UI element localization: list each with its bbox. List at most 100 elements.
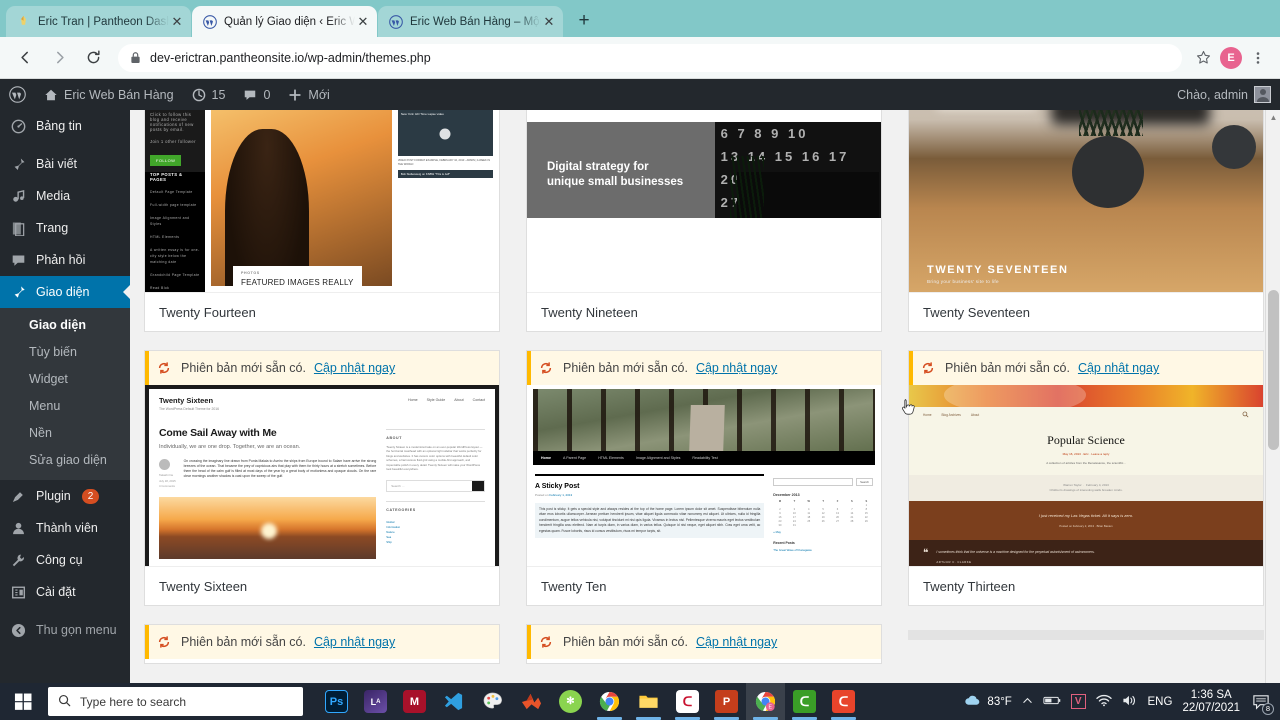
sidebar-item-posts[interactable]: Bài viết: [0, 148, 130, 180]
sidebar-item-dashboard[interactable]: Bảng tin: [0, 110, 130, 142]
matlab-icon[interactable]: [512, 683, 551, 720]
camtasia-green-icon[interactable]: ᑕ: [785, 683, 824, 720]
t10-search-button[interactable]: Search: [856, 478, 873, 486]
theme-screenshot[interactable]: Home A Parent Page HTML Elements Image A…: [527, 385, 881, 567]
camtasia-icon[interactable]: ᑕ: [668, 683, 707, 720]
account-menu[interactable]: Chào, admin: [1168, 79, 1280, 110]
app-green-icon[interactable]: ✻: [551, 683, 590, 720]
browser-tab-2[interactable]: Quản lý Giao diện ‹ Eric Web Bán ✕: [192, 6, 377, 37]
close-icon[interactable]: ✕: [355, 14, 371, 30]
sidebar-item-settings[interactable]: Cài đặt: [0, 576, 130, 608]
camtasia-red-icon[interactable]: ᑕ: [824, 683, 863, 720]
sidebar-item-comments[interactable]: Phản hồi: [0, 244, 130, 276]
chrome-eric-icon[interactable]: E: [746, 683, 785, 720]
theme-screenshot[interactable]: ARTWORK BOOKS MUSIC PHOTOS VIDEOS WORLD …: [145, 110, 499, 293]
sidebar-item-appearance[interactable]: Giao diện: [0, 276, 130, 308]
sidebar-item-plugins[interactable]: Plugin 2: [0, 480, 130, 512]
new-content-menu[interactable]: Mới: [279, 79, 338, 110]
theme-screenshot[interactable]: Home Blog Archives About Popular Science…: [909, 385, 1263, 567]
sidebar-item-media[interactable]: Media: [0, 180, 130, 212]
scrollbar-thumb[interactable]: [1268, 290, 1279, 450]
update-now-link[interactable]: Cập nhật ngay: [314, 634, 395, 650]
vscode-icon[interactable]: [434, 683, 473, 720]
theme-card-twenty-fourteen[interactable]: ARTWORK BOOKS MUSIC PHOTOS VIDEOS WORLD …: [144, 110, 500, 332]
t16-post-image: [159, 496, 377, 559]
file-explorer-icon[interactable]: [629, 683, 668, 720]
chevron-up-icon[interactable]: [1022, 695, 1033, 709]
browser-tab-3[interactable]: Eric Web Bán Hàng – Một trang ✕: [378, 6, 563, 37]
battery-icon[interactable]: [1043, 695, 1061, 709]
theme-card-twenty-ten[interactable]: Phiên bản mới sẵn có. Cập nhật ngay Home…: [526, 350, 882, 606]
wifi-icon[interactable]: [1095, 694, 1112, 710]
theme-card-twenty-nineteen[interactable]: Home About Blog Contact Welcome 6 7 8 9 …: [526, 110, 882, 332]
paint-icon[interactable]: [473, 683, 512, 720]
submenu-item-menus[interactable]: Menu: [0, 393, 130, 420]
submenu-item-themes[interactable]: Giao diện: [0, 312, 130, 339]
t10-search[interactable]: Search: [773, 478, 873, 486]
theme-card-twenty-seventeen[interactable]: TWENTY SEVENTEEN Bring your business' si…: [908, 110, 1264, 332]
search-icon[interactable]: [1242, 411, 1249, 419]
photoshop-icon[interactable]: Ps: [317, 683, 356, 720]
plus-icon: [288, 88, 302, 102]
t16-search[interactable]: Search …: [386, 480, 485, 493]
sidebar-item-pages[interactable]: Trang: [0, 212, 130, 244]
close-icon[interactable]: ✕: [169, 14, 185, 30]
t10-calendar-prev[interactable]: « May: [773, 530, 873, 534]
collapse-menu-button[interactable]: Thu gọn menu: [0, 614, 130, 646]
arrow-left-icon[interactable]: [10, 43, 40, 73]
update-now-link[interactable]: Cập nhật ngay: [696, 634, 777, 650]
submenu-item-widgets[interactable]: Widget: [0, 366, 130, 393]
wordpress-logo[interactable]: [0, 79, 35, 110]
theme-screenshot[interactable]: TWENTY SEVENTEEN Bring your business' si…: [909, 110, 1263, 293]
sidebar-item-tools[interactable]: Công cụ: [0, 544, 130, 576]
twenty-seventeen-preview: TWENTY SEVENTEEN Bring your business' si…: [909, 110, 1263, 292]
chrome-icon[interactable]: [590, 683, 629, 720]
windows-start-icon[interactable]: [0, 683, 46, 720]
browser-tab-1[interactable]: Eric Tran | Pantheon Dashboard ✕: [6, 6, 191, 37]
update-now-link[interactable]: Cập nhật ngay: [1078, 360, 1159, 376]
vietkey-icon[interactable]: V: [1070, 694, 1086, 709]
new-tab-button[interactable]: +: [570, 7, 598, 35]
t16-nav-item: About: [454, 398, 464, 402]
t14-follow-button[interactable]: FOLLOW: [150, 155, 182, 166]
t16-main: Come Sail Away with Me Individually, we …: [159, 417, 377, 559]
update-now-link[interactable]: Cập nhật ngay: [696, 360, 777, 376]
update-now-link[interactable]: Cập nhật ngay: [314, 360, 395, 376]
profile-avatar[interactable]: E: [1220, 46, 1242, 69]
submenu-item-customize[interactable]: Tùy biến: [0, 339, 130, 366]
weather-widget[interactable]: 83°F: [964, 693, 1012, 710]
address-bar[interactable]: dev-erictran.pantheonsite.io/wp-admin/th…: [118, 43, 1182, 72]
t16-post-title: Come Sail Away with Me: [159, 427, 277, 439]
page-scrollbar[interactable]: ▲ ▼: [1265, 110, 1280, 720]
scroll-up-arrow[interactable]: ▲: [1266, 110, 1280, 125]
close-icon[interactable]: ✕: [541, 14, 557, 30]
updates-menu[interactable]: 15: [183, 79, 235, 110]
arrow-right-icon[interactable]: [44, 43, 74, 73]
theme-card-twenty-sixteen[interactable]: Phiên bản mới sẵn có. Cập nhật ngay Twen…: [144, 350, 500, 606]
volume-icon[interactable]: [1122, 694, 1138, 710]
submenu-item-theme-editor[interactable]: Sửa giao diện: [0, 447, 130, 474]
comments-menu[interactable]: 0: [234, 79, 279, 110]
taskbar-clock[interactable]: 1:36 SA 22/07/2021: [1182, 689, 1240, 715]
language-indicator[interactable]: ENG: [1148, 696, 1173, 708]
powerpoint-icon[interactable]: P: [707, 683, 746, 720]
theme-card-partial[interactable]: Phiên bản mới sẵn có. Cập nhật ngay: [144, 624, 500, 664]
t10-recent-post[interactable]: The Great Wave off Kanagawa: [773, 548, 873, 552]
sidebar-item-users[interactable]: Thành viên: [0, 512, 130, 544]
mendeley-icon[interactable]: M: [395, 683, 434, 720]
comments-count: 0: [263, 87, 271, 102]
submenu-item-background[interactable]: Nền: [0, 420, 130, 447]
t13-header-art: [909, 385, 1263, 407]
theme-screenshot[interactable]: Home About Blog Contact Welcome 6 7 8 9 …: [527, 110, 881, 293]
notification-icon[interactable]: 8: [1250, 691, 1274, 715]
latex-icon[interactable]: LA: [356, 683, 395, 720]
kebab-menu-icon[interactable]: [1246, 46, 1270, 70]
theme-screenshot[interactable]: Twenty Sixteen The WordPress Default The…: [145, 385, 499, 567]
site-name-menu[interactable]: Eric Web Bán Hàng: [35, 79, 183, 110]
t13-post-title: Popular Science: [1047, 433, 1125, 447]
theme-card-twenty-thirteen[interactable]: Phiên bản mới sẵn có. Cập nhật ngay Home…: [908, 350, 1264, 606]
taskbar-search-input[interactable]: Type here to search: [48, 687, 303, 716]
reload-icon[interactable]: [78, 43, 108, 73]
star-icon[interactable]: [1190, 45, 1216, 71]
theme-card-partial[interactable]: Phiên bản mới sẵn có. Cập nhật ngay: [526, 624, 882, 664]
